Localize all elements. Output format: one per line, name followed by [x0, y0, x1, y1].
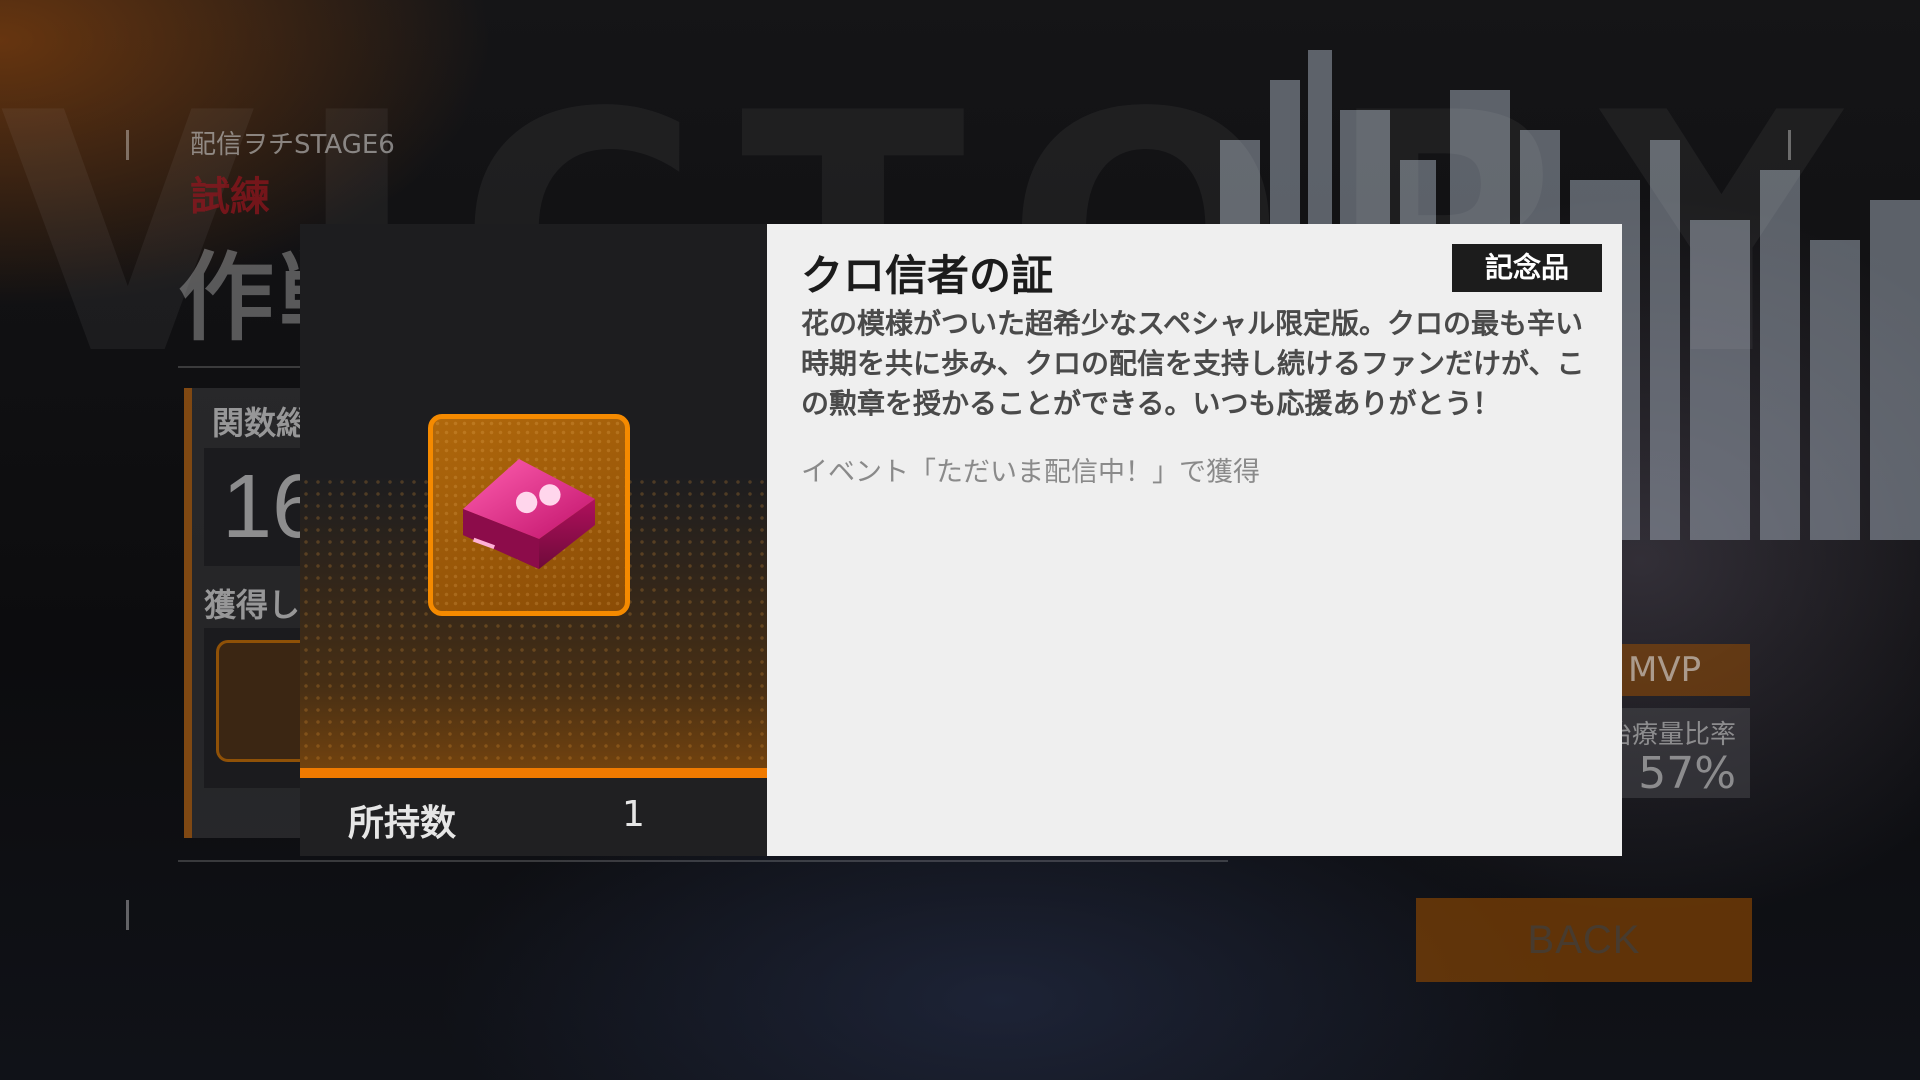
item-info-panel: クロ信者の証 記念品 花の模様がついた超希少なスペシャル限定版。クロの最も辛い時…	[767, 224, 1622, 856]
owned-count-row: 所持数 1	[300, 778, 767, 856]
stage-label: 配信ヲチSTAGE6	[190, 130, 395, 160]
frame-bracket-left-bottom	[126, 900, 129, 930]
mvp-label: MVP	[1620, 644, 1750, 696]
owned-count-label: 所持数	[348, 803, 457, 844]
owned-count-value: 1	[622, 794, 645, 835]
back-button[interactable]: BACK	[1416, 898, 1752, 982]
item-preview-panel: ●● 所持数 1	[300, 224, 767, 856]
accent-strip	[300, 768, 767, 778]
stage-sub-label: 試練	[190, 174, 270, 220]
item-name: クロ信者の証	[801, 251, 1054, 300]
category-badge: 記念品	[1452, 244, 1602, 292]
item-source: イベント「ただいま配信中！」で獲得	[801, 457, 1260, 488]
obtained-label: 獲得し	[204, 586, 301, 624]
item-description: 花の模様がついた超希少なスペシャル限定版。クロの最も辛い時期を共に歩み、クロの配…	[801, 307, 1585, 420]
frame-bracket-right	[1788, 130, 1791, 160]
frame-bracket-left	[126, 130, 129, 160]
item-icon-frame: ●●	[428, 414, 630, 616]
keycap-medal-icon: ●●	[463, 459, 595, 569]
heal-ratio-box: 治療量比率 57%	[1606, 708, 1750, 799]
heal-ratio-value: 57%	[1638, 748, 1736, 799]
stat-label: 関数総	[212, 404, 309, 442]
divider-bottom	[178, 860, 1228, 862]
heal-ratio-label: 治療量比率	[1605, 720, 1736, 750]
